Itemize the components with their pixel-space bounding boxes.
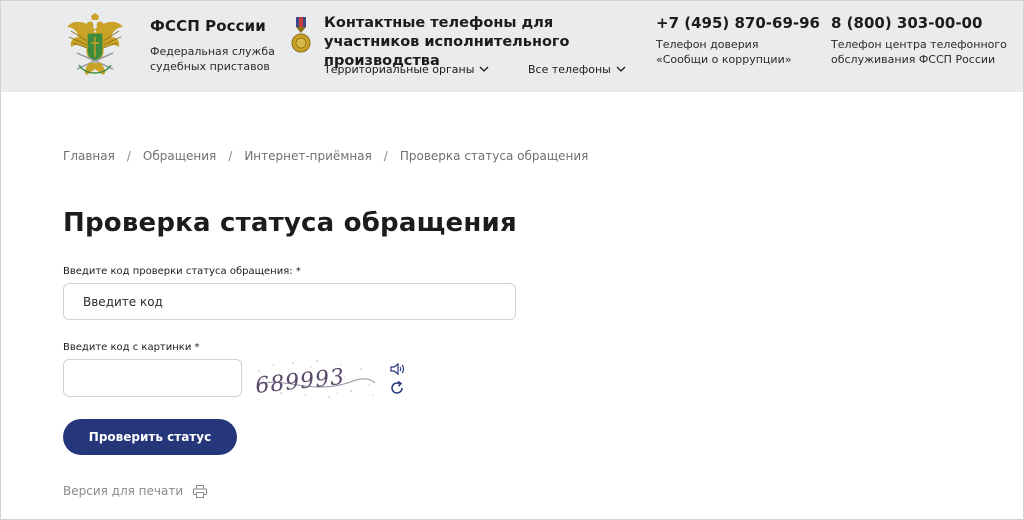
status-code-input[interactable] [63, 283, 516, 320]
nav-all-phones-dropdown[interactable]: Все телефоны [528, 63, 626, 76]
medal-icon [291, 17, 311, 53]
call-center-caption: Телефон центра телефонного обслуживания … [831, 38, 1007, 66]
breadcrumb-internet-reception[interactable]: Интернет-приёмная [244, 149, 371, 163]
print-version-label: Версия для печати [63, 484, 184, 498]
speaker-icon[interactable] [389, 361, 405, 377]
nav-all-phones-label: Все телефоны [528, 63, 611, 76]
call-center-phone[interactable]: 8 (800) 303-00-00 [831, 14, 982, 32]
captcha-label: Введите код с картинки * [63, 342, 200, 353]
nav-territorial-dropdown[interactable]: Территориальные органы [324, 63, 489, 76]
breadcrumb: Главная / Обращения / Интернет-приёмная … [63, 149, 588, 163]
printer-icon [193, 484, 208, 498]
org-title: ФССП России [150, 17, 266, 35]
hotline-phone[interactable]: +7 (495) 870-69-96 [656, 14, 820, 32]
breadcrumb-current: Проверка статуса обращения [399, 149, 589, 163]
captcha-image: 689993 [254, 360, 376, 399]
breadcrumb-appeals[interactable]: Обращения [143, 149, 216, 163]
page-title: Проверка статуса обращения [63, 208, 517, 238]
nav-territorial-label: Территориальные органы [324, 63, 475, 76]
hotline-caption: Телефон доверия «Сообщи о коррупции» [656, 38, 792, 66]
site-header: ФССП России Федеральная служба судебных … [1, 1, 1023, 92]
breadcrumb-home[interactable]: Главная [63, 149, 115, 163]
chevron-down-icon [616, 66, 626, 72]
check-status-button[interactable]: Проверить статус [63, 419, 237, 455]
fssp-eagle-emblem-icon[interactable] [65, 13, 125, 75]
chevron-down-icon [479, 66, 489, 72]
captcha-text: 689993 [254, 365, 346, 399]
breadcrumb-separator: / [383, 149, 388, 163]
org-subtitle: Федеральная служба судебных приставов [150, 45, 275, 73]
captcha-input[interactable] [63, 359, 242, 397]
status-code-label: Введите код проверки статуса обращения: … [63, 266, 301, 277]
breadcrumb-separator: / [228, 149, 233, 163]
refresh-icon[interactable] [389, 380, 405, 396]
print-version-link[interactable]: Версия для печати [63, 484, 208, 498]
breadcrumb-separator: / [126, 149, 131, 163]
